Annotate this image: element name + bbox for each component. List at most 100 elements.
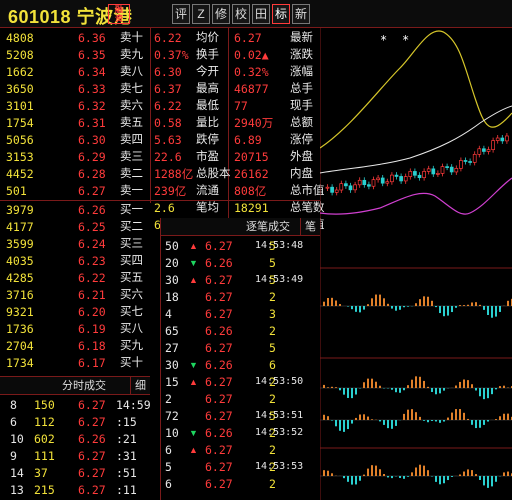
order-row[interactable]: 4452 6.28 卖二 bbox=[0, 166, 150, 182]
indicator-3-bar bbox=[411, 409, 413, 420]
order-row[interactable]: 5056 6.30 卖四 bbox=[0, 132, 150, 148]
indicator-2-bar bbox=[491, 388, 493, 395]
order-row[interactable]: 3650 6.33 卖七 bbox=[0, 81, 150, 97]
order-row[interactable]: 4177 6.25 买二 bbox=[0, 219, 150, 235]
indicator-4-bar bbox=[411, 472, 413, 476]
stat-value: 6.30 bbox=[154, 65, 182, 79]
tab-1[interactable]: 新 bbox=[292, 4, 310, 24]
minute-price: 6.26 bbox=[78, 432, 106, 446]
indicator-3-bar bbox=[383, 420, 385, 425]
order-row[interactable]: 3599 6.24 买三 bbox=[0, 236, 150, 252]
trade-count: 72 bbox=[165, 409, 179, 423]
trade-count: 65 bbox=[165, 324, 179, 338]
order-row[interactable]: 3153 6.29 卖三 bbox=[0, 149, 150, 165]
indicator-4-bar bbox=[371, 465, 373, 476]
indicator-4-bar bbox=[383, 473, 385, 476]
stat-label: 均价 bbox=[196, 32, 219, 44]
order-row[interactable]: 3979 6.26 买一 bbox=[0, 202, 150, 218]
indicator-3-bar bbox=[347, 420, 349, 430]
minute-price: 6.27 bbox=[78, 449, 106, 463]
order-volume: 3153 bbox=[6, 150, 34, 164]
trade-row: 30 ▲ 6.27 5 14:53:49 bbox=[161, 272, 319, 288]
indicator-4-bar bbox=[355, 476, 357, 485]
candle-body bbox=[334, 189, 339, 193]
stat-value: 6.89 bbox=[234, 133, 262, 147]
stat-row: 1288亿 总股本 26162 内盘 bbox=[150, 166, 320, 182]
tab-6[interactable]: Z bbox=[192, 4, 210, 24]
trade-row: 6 6.27 2 bbox=[161, 476, 319, 492]
candle-body bbox=[454, 168, 459, 173]
indicator-1-bar bbox=[471, 302, 473, 306]
minute-time: :51 bbox=[116, 466, 137, 480]
tab-2[interactable]: 标 bbox=[272, 4, 290, 24]
trade-price: 6.27 bbox=[205, 273, 233, 287]
indicator-2-bar bbox=[499, 386, 501, 388]
order-price: 6.33 bbox=[78, 82, 106, 96]
minute-side-label[interactable]: 细 bbox=[130, 377, 150, 395]
order-price: 6.19 bbox=[78, 322, 106, 336]
stat-value: 26162 bbox=[234, 167, 269, 181]
indicator-4-bar bbox=[451, 476, 453, 477]
tab-7[interactable]: 评 bbox=[172, 4, 190, 24]
indicator-2-bar bbox=[335, 387, 337, 388]
indicator-4-bar bbox=[327, 470, 329, 476]
stat-value: 6.27 bbox=[234, 31, 262, 45]
stat-label: 量比 bbox=[196, 117, 219, 129]
indicator-3-bar bbox=[391, 420, 393, 429]
candle-body bbox=[390, 174, 394, 183]
order-row[interactable]: 5208 6.35 卖九 bbox=[0, 47, 150, 63]
trade-row: 30 ▼ 6.26 6 bbox=[161, 357, 319, 373]
stat-row: 0.37% 换手 0.02▲ 涨跌 bbox=[150, 47, 320, 63]
trades-side-label[interactable]: 笔 bbox=[300, 218, 320, 236]
indicator-1-bar bbox=[435, 306, 437, 308]
candle-body bbox=[417, 174, 422, 179]
trade-price: 6.26 bbox=[205, 358, 233, 372]
indicator-2-bar bbox=[327, 387, 329, 388]
tab-5[interactable]: 修 bbox=[212, 4, 230, 24]
trade-volume: 6 bbox=[269, 358, 276, 372]
tab-3[interactable]: 田 bbox=[252, 4, 270, 24]
trade-price: 6.26 bbox=[205, 426, 233, 440]
order-row[interactable]: 3101 6.32 卖六 bbox=[0, 98, 150, 114]
candle-body bbox=[362, 179, 367, 186]
stat-label: 市盈 bbox=[196, 151, 219, 163]
order-row[interactable]: 9321 6.20 买七 bbox=[0, 304, 150, 320]
stat-label: 今开 bbox=[196, 66, 219, 78]
order-row[interactable]: 1754 6.31 卖五 bbox=[0, 115, 150, 131]
stat-value: 6.22 bbox=[154, 99, 182, 113]
order-volume: 3979 bbox=[6, 203, 34, 217]
order-row[interactable]: 501 6.27 卖一 bbox=[0, 183, 150, 199]
indicator-3-bar bbox=[459, 409, 461, 420]
order-row[interactable]: 2704 6.18 买九 bbox=[0, 338, 150, 354]
stat-label: 换手 bbox=[196, 49, 219, 61]
trade-price: 6.27 bbox=[205, 341, 233, 355]
candle-body bbox=[463, 160, 468, 162]
order-row[interactable]: 4285 6.22 买五 bbox=[0, 270, 150, 286]
stat-label: 涨幅 bbox=[290, 66, 313, 78]
order-price: 6.22 bbox=[78, 271, 106, 285]
order-row[interactable]: 4808 6.36 卖十 bbox=[0, 30, 150, 46]
order-price: 6.32 bbox=[78, 99, 106, 113]
order-label: 买六 bbox=[120, 289, 143, 301]
indicator-3-bar bbox=[415, 412, 417, 420]
indicator-1-bar bbox=[459, 305, 461, 306]
trade-price: 6.27 bbox=[205, 392, 233, 406]
order-row[interactable]: 1662 6.34 卖八 bbox=[0, 64, 150, 80]
candle-body bbox=[449, 166, 454, 173]
stat-row: 2.6 笔均 18291 总笔数 bbox=[150, 200, 325, 216]
stat-row: 6.30 今开 0.32% 涨幅 bbox=[150, 64, 320, 80]
indicator-2-bar bbox=[367, 378, 369, 388]
indicator-1-bar bbox=[407, 306, 409, 307]
candle-body bbox=[367, 184, 371, 187]
indicator-3-bar bbox=[323, 414, 325, 420]
order-row[interactable]: 4035 6.23 买四 bbox=[0, 253, 150, 269]
trade-direction-icon: ▲ bbox=[189, 241, 198, 251]
indicator-2-bar bbox=[331, 386, 333, 388]
order-row[interactable]: 3716 6.21 买六 bbox=[0, 287, 150, 303]
indicator-4-bar bbox=[507, 471, 509, 476]
indicator-4-bar bbox=[423, 465, 425, 476]
tab-4[interactable]: 校 bbox=[232, 4, 250, 24]
order-row[interactable]: 1736 6.19 买八 bbox=[0, 321, 150, 337]
indicator-3-bar bbox=[435, 420, 437, 422]
order-row[interactable]: 1734 6.17 买十 bbox=[0, 355, 150, 371]
